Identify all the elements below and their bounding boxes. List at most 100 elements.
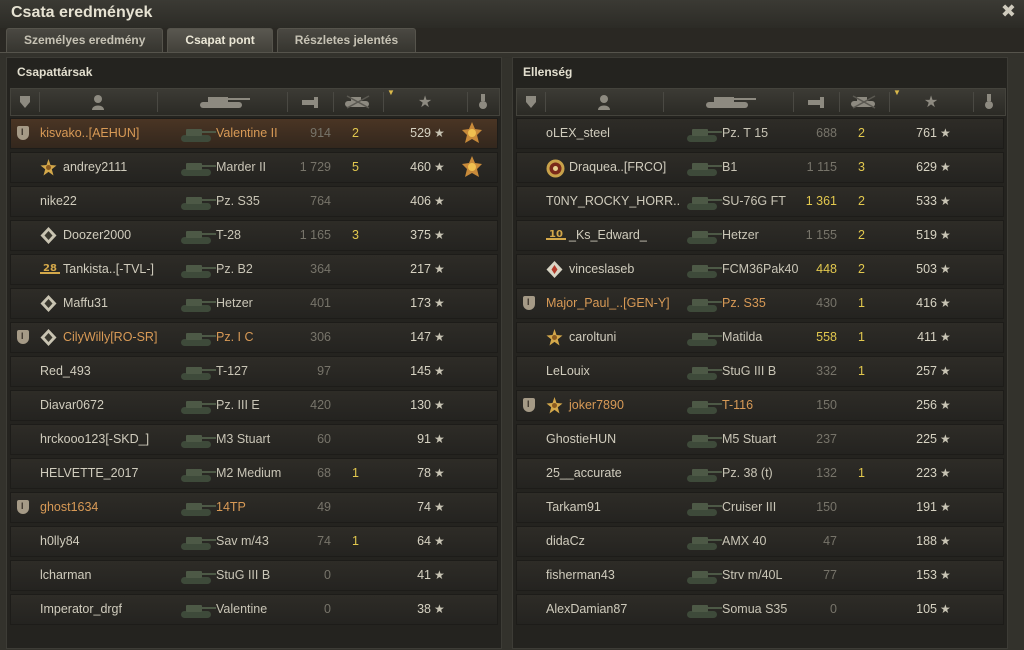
close-icon[interactable]: ✖: [1001, 1, 1016, 21]
experience-value: 761: [916, 126, 937, 140]
player-name[interactable]: Diavar0672: [40, 391, 104, 420]
player-name[interactable]: Maffu31: [63, 289, 108, 318]
kills-value: 1: [352, 534, 359, 548]
player-name[interactable]: GhostieHUN: [546, 425, 616, 454]
player-row[interactable]: HELVETTE_2017 M2 Medium 68 1 78 ★: [10, 458, 498, 489]
tab-detailed-report[interactable]: Részletes jelentés: [276, 28, 417, 52]
medal-icon[interactable]: [973, 89, 1005, 115]
player-name[interactable]: h0lly84: [40, 527, 80, 556]
platoon-icon: [523, 398, 535, 412]
tab-personal-results[interactable]: Személyes eredmény: [6, 28, 164, 52]
player-row[interactable]: nike22 Pz. S35 764 406 ★: [10, 186, 498, 217]
damage-icon[interactable]: [287, 89, 333, 115]
experience-value: 191: [916, 500, 937, 514]
player-name[interactable]: Tarkam91: [546, 493, 601, 522]
player-row[interactable]: andrey2111 Marder II 1 729 5 460 ★: [10, 152, 498, 183]
player-name[interactable]: kisvako..[AEHUN]: [40, 119, 139, 148]
experience-star-icon: ★: [940, 534, 951, 548]
player-name[interactable]: Major_Paul_..[GEN-Y]: [546, 289, 670, 318]
medal-icon[interactable]: [467, 89, 499, 115]
player-row[interactable]: caroltuni Matilda 558 1 411 ★: [516, 322, 1004, 353]
tank-icon[interactable]: [157, 89, 287, 115]
enemies-title: Ellenség: [523, 65, 573, 79]
player-name[interactable]: joker7890: [569, 391, 624, 420]
player-row[interactable]: Maffu31 Hetzer 401 173 ★: [10, 288, 498, 319]
player-name[interactable]: andrey2111: [63, 153, 127, 182]
player-name[interactable]: nike22: [40, 187, 77, 216]
medal-icon[interactable]: [460, 156, 484, 180]
vehicle-rank-icon[interactable]: [11, 89, 39, 115]
player-icon[interactable]: [39, 89, 157, 115]
player-name[interactable]: fisherman43: [546, 561, 615, 590]
player-row[interactable]: Red_493 T-127 97 145 ★: [10, 356, 498, 387]
player-row[interactable]: 25__accurate Pz. 38 (t) 132 1 223 ★: [516, 458, 1004, 489]
player-name[interactable]: Imperator_drgf: [40, 595, 122, 624]
vehicle-rank-icon[interactable]: [517, 89, 545, 115]
player-name[interactable]: lcharman: [40, 561, 91, 590]
player-name[interactable]: caroltuni: [569, 323, 616, 352]
player-row[interactable]: Imperator_drgf Valentine 0 38 ★: [10, 594, 498, 625]
player-icon[interactable]: [545, 89, 663, 115]
player-row[interactable]: hrckooo123[-SKD_] M3 Stuart 60 91 ★: [10, 424, 498, 455]
player-row[interactable]: fisherman43 Strv m/40L 77 153 ★: [516, 560, 1004, 591]
achievement-badge-icon: [546, 159, 565, 178]
player-row[interactable]: Major_Paul_..[GEN-Y] Pz. S35 430 1 416★: [516, 288, 1004, 319]
experience-star-icon[interactable]: ★: [383, 89, 467, 115]
player-row[interactable]: lcharman StuG III B 0 41 ★: [10, 560, 498, 591]
player-row[interactable]: 10 _Ks_Edward_ Hetzer 1 155 2 519 ★: [516, 220, 1004, 251]
player-row[interactable]: didaCz AMX 40 47 188 ★: [516, 526, 1004, 557]
player-name[interactable]: didaCz: [546, 527, 585, 556]
medal-icon[interactable]: [460, 122, 484, 146]
player-row[interactable]: oLEX_steel Pz. T 15 688 2 761 ★: [516, 118, 1004, 149]
player-row[interactable]: CilyWilly[RO-SR] Pz. I C 306 147★: [10, 322, 498, 353]
kills-icon[interactable]: [333, 89, 383, 115]
tab-team-score[interactable]: Csapat pont: [167, 28, 273, 52]
platoon-icon: [17, 330, 29, 344]
player-name[interactable]: Draquea..[FRCO]: [569, 153, 666, 182]
kills-icon[interactable]: [839, 89, 889, 115]
player-row[interactable]: GhostieHUN M5 Stuart 237 225 ★: [516, 424, 1004, 455]
player-name[interactable]: _Ks_Edward_: [569, 221, 647, 250]
player-name[interactable]: 25__accurate: [546, 459, 622, 488]
player-name[interactable]: T0NY_ROCKY_HORR..: [546, 187, 680, 216]
experience-value: 91: [417, 432, 431, 446]
player-name[interactable]: AlexDamian87: [546, 595, 627, 624]
player-row[interactable]: Diavar0672 Pz. III E 420 130 ★: [10, 390, 498, 421]
damage-value: 237: [816, 432, 837, 446]
player-name[interactable]: oLEX_steel: [546, 119, 610, 148]
player-row[interactable]: 28 Tankista..[-TVL-] Pz. B2 364 217 ★: [10, 254, 498, 285]
player-name[interactable]: vinceslaseb: [569, 255, 634, 284]
sort-indicator-icon: ▼: [893, 88, 901, 97]
damage-value: 430: [816, 296, 837, 310]
player-row[interactable]: joker7890 T-116 150 256★: [516, 390, 1004, 421]
damage-value: 1 729: [299, 160, 331, 174]
experience-value: 406: [410, 194, 431, 208]
player-row[interactable]: ghost1634 14TP 49 74★: [10, 492, 498, 523]
player-row[interactable]: Doozer2000 T-28 1 165 3 375 ★: [10, 220, 498, 251]
player-name[interactable]: Tankista..[-TVL-]: [63, 255, 154, 284]
tank-name: Sav m/43: [216, 534, 269, 548]
player-row[interactable]: T0NY_ROCKY_HORR.. SU-76G FT 1 361 2 533 ★: [516, 186, 1004, 217]
tank-icon: [683, 155, 723, 180]
player-row[interactable]: kisvako..[AEHUN] Valentine II 914 2 529★: [10, 118, 498, 149]
player-name[interactable]: HELVETTE_2017: [40, 459, 138, 488]
player-name[interactable]: ghost1634: [40, 493, 98, 522]
experience-star-icon[interactable]: ★: [889, 89, 973, 115]
experience-value: 503: [916, 262, 937, 276]
player-row[interactable]: h0lly84 Sav m/43 74 1 64 ★: [10, 526, 498, 557]
player-name[interactable]: CilyWilly[RO-SR]: [63, 323, 157, 352]
player-name[interactable]: LeLouix: [546, 357, 590, 386]
experience-value: 223: [916, 466, 937, 480]
player-name[interactable]: Red_493: [40, 357, 91, 386]
player-row[interactable]: Tarkam91 Cruiser III 150 191 ★: [516, 492, 1004, 523]
kills-value: 1: [858, 364, 865, 378]
player-name[interactable]: Doozer2000: [63, 221, 131, 250]
damage-icon[interactable]: [793, 89, 839, 115]
player-row[interactable]: LeLouix StuG III B 332 1 257 ★: [516, 356, 1004, 387]
player-row[interactable]: Draquea..[FRCO] B1 1 115 3 629 ★: [516, 152, 1004, 183]
achievement-badge-icon: [546, 397, 563, 414]
player-row[interactable]: AlexDamian87 Somua S35 0 105 ★: [516, 594, 1004, 625]
player-name[interactable]: hrckooo123[-SKD_]: [40, 425, 149, 454]
player-row[interactable]: vinceslaseb FCM36Pak40 448 2 503 ★: [516, 254, 1004, 285]
tank-icon[interactable]: [663, 89, 793, 115]
